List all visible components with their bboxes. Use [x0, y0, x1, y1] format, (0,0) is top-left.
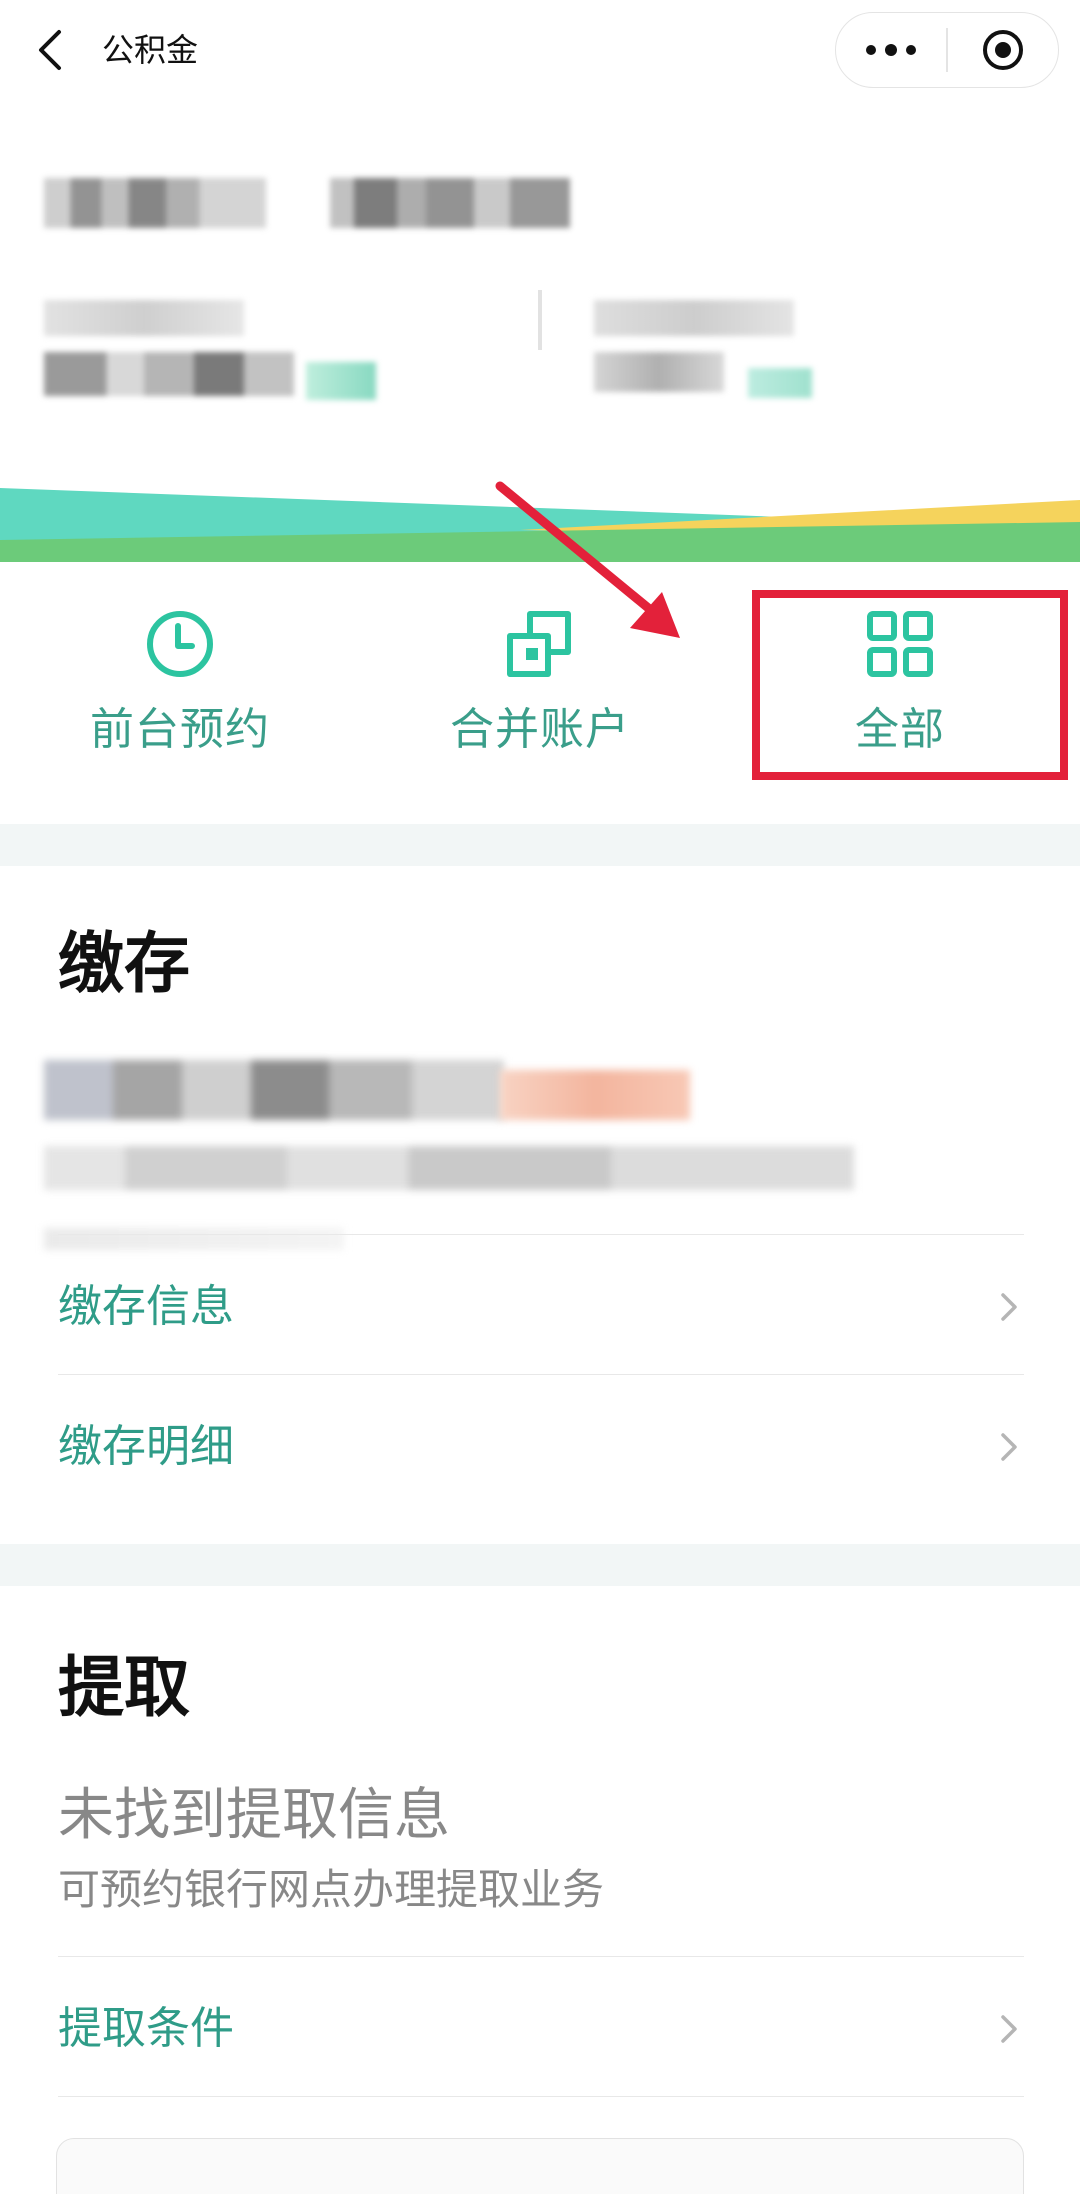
close-miniprogram-button[interactable] — [948, 13, 1059, 87]
action-front-desk-appointment[interactable]: 前台预约 — [60, 606, 300, 786]
withdraw-empty-title: 未找到提取信息 — [58, 1783, 450, 1848]
withdraw-section-title: 提取 — [58, 1649, 190, 1726]
clock-icon — [142, 606, 218, 682]
row-label: 缴存信息 — [58, 1281, 234, 1332]
chevron-right-icon — [994, 1427, 1024, 1467]
section-separator — [0, 1544, 1080, 1586]
page-title: 公积金 — [102, 31, 199, 69]
miniprogram-capsule — [835, 12, 1059, 88]
chevron-right-icon — [994, 2009, 1024, 2049]
deposit-section-title: 缴存 — [58, 925, 190, 1002]
row-label: 提取条件 — [58, 2003, 234, 2054]
annotation-highlight-box — [752, 590, 1068, 780]
row-deposit-info[interactable]: 缴存信息 — [58, 1234, 1024, 1374]
navigation-bar: 公积金 — [0, 0, 1080, 100]
bottom-card[interactable] — [56, 2138, 1024, 2194]
row-label: 缴存明细 — [58, 1421, 234, 1472]
deposit-info-redacted — [44, 1060, 504, 1120]
deposit-info-redacted — [44, 1146, 854, 1190]
action-label: 前台预约 — [90, 704, 270, 755]
more-dots-icon[interactable] — [836, 13, 946, 87]
back-button[interactable] — [22, 18, 78, 82]
deposit-info-redacted — [500, 1070, 690, 1120]
row-withdraw-conditions[interactable]: 提取条件 — [58, 1956, 1024, 2096]
target-circle-icon — [982, 30, 1023, 70]
account-info-redacted — [0, 100, 1080, 470]
section-separator — [0, 824, 1080, 866]
chevron-left-icon — [39, 30, 61, 70]
action-label: 合并账户 — [450, 704, 630, 755]
row-divider — [58, 2096, 1024, 2098]
chevron-right-icon — [994, 1287, 1024, 1327]
withdraw-empty-subtitle: 可预约银行网点办理提取业务 — [58, 1865, 605, 1914]
annotation-arrow — [495, 481, 680, 638]
row-deposit-details[interactable]: 缴存明细 — [58, 1374, 1024, 1514]
